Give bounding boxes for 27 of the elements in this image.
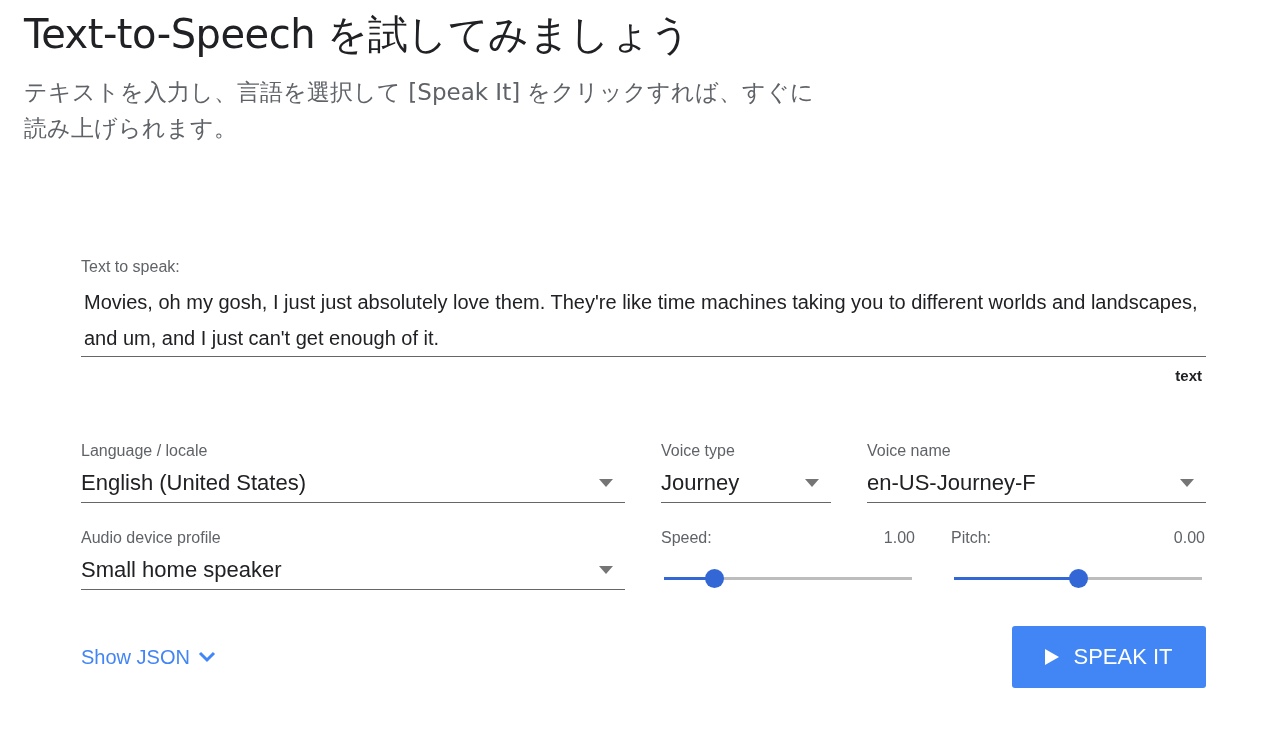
dropdown[interactable]: English (United States) [81,466,625,503]
field-label: Voice type [661,442,736,460]
dropdown-caret-icon [1180,479,1194,487]
slider-label: Speed: [661,529,712,547]
input-mode-label: text [1174,367,1203,384]
chevron-down-icon [197,651,216,663]
field-label: Voice name [867,442,952,460]
slider-thumb[interactable] [704,569,724,588]
play-icon [1045,649,1060,665]
dropdown-caret-icon [805,479,819,487]
slider-label: Pitch: [951,529,991,547]
page-description: テキストを入力し、言語を選択して [Speak It] をクリックすれば、すぐに読み上げられます。 [24,78,816,143]
slider-thumb[interactable] [1069,569,1088,588]
dropdown-caret-icon [599,479,613,487]
slider-value: 1.00 [883,529,915,547]
dropdown-caret-icon [599,566,613,574]
show-json-link[interactable]: Show JSON [81,645,216,669]
slider-value: 0.00 [1173,529,1205,547]
dropdown[interactable]: Small home speaker [81,553,625,590]
field-label: Language / locale [81,442,209,460]
page-title: Text-to-Speech を試してみましょう [24,10,692,58]
dropdown[interactable]: en-US-Journey-F [867,466,1206,503]
field-label: Text to speak: [81,258,181,276]
field-label: Audio device profile [81,529,222,547]
text-input-field[interactable]: Movies, oh my gosh, I just just absolutely love them. They're like time machines taking you to different worlds and landscapes, and um, and I just can't get enough of it. [81,282,1206,357]
speak-button[interactable]: SPEAK IT [1012,626,1206,688]
dropdown[interactable]: Journey [661,466,831,503]
